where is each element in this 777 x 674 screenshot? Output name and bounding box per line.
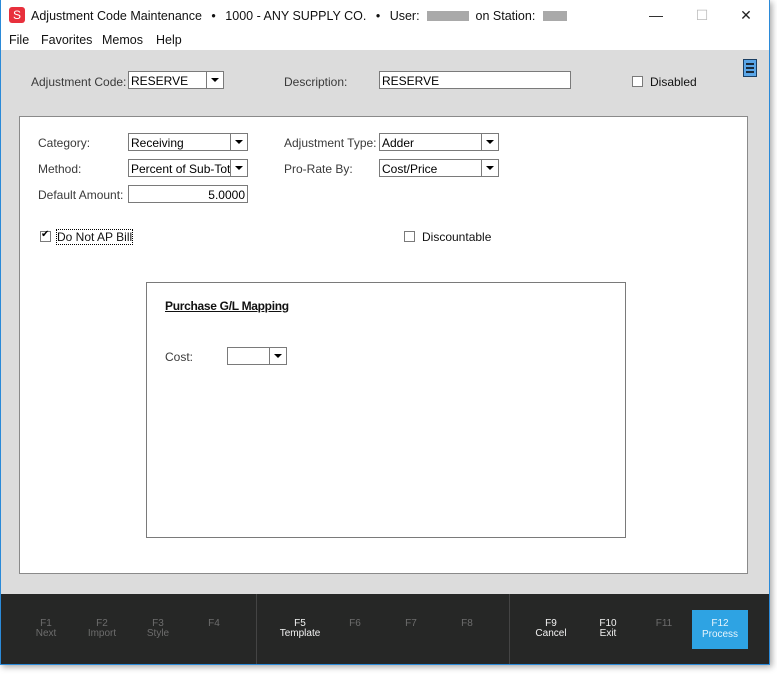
discountable-label: Discountable [422, 230, 492, 244]
chevron-down-icon[interactable] [269, 348, 286, 364]
fkey-code: F11 [655, 618, 673, 629]
redacted-user [427, 10, 470, 21]
disabled-checkbox[interactable] [632, 76, 643, 87]
adjustment-details-panel: Category: Receiving Method: Percent of S… [19, 116, 748, 574]
menu-file[interactable]: File [9, 33, 29, 47]
chevron-down-icon[interactable] [481, 134, 498, 150]
method-value: Percent of Sub-Total [131, 162, 240, 176]
app-window: S Adjustment Code Maintenance • 1000 - A… [0, 0, 770, 665]
category-label: Category: [38, 136, 91, 150]
menu-memos[interactable]: Memos [102, 33, 143, 47]
f7-button[interactable]: F7 [383, 594, 439, 664]
f12-process-button[interactable]: F12 Process [692, 610, 748, 649]
f3-style-button[interactable]: F3 Style [130, 594, 186, 664]
adjustment-code-value: RESERVE [131, 74, 189, 88]
chevron-down-icon[interactable] [230, 160, 247, 176]
title-separator: • [211, 8, 216, 23]
chevron-down-icon[interactable] [206, 72, 223, 88]
app-logo-icon: S [9, 7, 25, 23]
disabled-label: Disabled [650, 75, 697, 89]
adjustment-code-combo[interactable]: RESERVE [128, 71, 224, 89]
method-combo[interactable]: Percent of Sub-Total [128, 159, 248, 177]
fkey-label: Import [87, 628, 117, 639]
default-amount-value: 5.0000 [208, 188, 245, 202]
title-user-label: User: [389, 8, 420, 23]
f9-cancel-button[interactable]: F9 Cancel [523, 594, 579, 664]
fkey-code: F6 [349, 618, 361, 629]
f5-template-button[interactable]: F5 Template [272, 594, 328, 664]
minimize-button[interactable]: — [633, 0, 679, 30]
cost-label: Cost: [165, 350, 194, 364]
fkey-code: F7 [405, 618, 417, 629]
f11-button[interactable]: F11 [636, 594, 692, 664]
title-station-label: on Station: [475, 8, 536, 23]
purchase-gl-mapping-group: Purchase G/L Mapping Cost: [146, 282, 626, 538]
menu-bar: File Favorites Memos Help [1, 30, 769, 50]
description-value: RESERVE [382, 74, 440, 88]
method-label: Method: [38, 162, 82, 176]
prorate-value: Cost/Price [382, 162, 438, 176]
fkey-label: Style [146, 628, 170, 639]
adjustment-code-label: Adjustment Code: [31, 75, 127, 89]
prorate-combo[interactable]: Cost/Price [379, 159, 499, 177]
f1-next-button[interactable]: F1 Next [18, 594, 74, 664]
menu-help[interactable]: Help [156, 33, 182, 47]
gl-mapping-title: Purchase G/L Mapping [165, 299, 289, 313]
menu-favorites[interactable]: Favorites [41, 33, 92, 47]
title-bar: S Adjustment Code Maintenance • 1000 - A… [1, 0, 769, 30]
default-amount-input[interactable]: 5.0000 [128, 185, 248, 203]
fkey-label: Exit [599, 628, 617, 639]
category-value: Receiving [131, 136, 184, 150]
f10-exit-button[interactable]: F10 Exit [580, 594, 636, 664]
window-title: Adjustment Code Maintenance • 1000 - ANY… [31, 8, 567, 23]
fkey-code: F8 [461, 618, 473, 629]
maximize-button[interactable]: ☐ [679, 0, 725, 30]
f4-button[interactable]: F4 [186, 594, 242, 664]
f2-import-button[interactable]: F2 Import [74, 594, 130, 664]
fkey-code: F12 [711, 618, 729, 629]
do-not-ap-bill-checkbox[interactable] [40, 229, 51, 242]
title-company: 1000 - ANY SUPPLY CO. [225, 8, 367, 23]
do-not-ap-bill-label: Do Not AP Bill [55, 229, 134, 245]
fkey-divider [509, 594, 510, 664]
fkey-code: F4 [208, 618, 220, 629]
cost-gl-combo[interactable] [227, 347, 287, 365]
adjustment-type-value: Adder [382, 136, 415, 150]
fkey-label: Cancel [535, 628, 567, 639]
fkey-label: Template [279, 628, 321, 639]
default-amount-label: Default Amount: [38, 188, 124, 202]
chevron-down-icon[interactable] [230, 134, 247, 150]
description-input[interactable]: RESERVE [379, 71, 571, 89]
category-combo[interactable]: Receiving [128, 133, 248, 151]
fkey-label: Process [701, 629, 739, 640]
description-label: Description: [284, 75, 348, 89]
hamburger-list-icon[interactable] [743, 59, 757, 77]
main-area: Adjustment Code: RESERVE Description: RE… [1, 50, 769, 594]
discountable-checkbox[interactable] [404, 231, 415, 242]
f8-button[interactable]: F8 [439, 594, 495, 664]
function-key-bar: F1 Next F2 Import F3 Style F4 F5 Template F6… [1, 594, 769, 664]
fkey-divider [256, 594, 257, 664]
chevron-down-icon[interactable] [481, 160, 498, 176]
fkey-label: Next [35, 628, 57, 639]
f6-button[interactable]: F6 [327, 594, 383, 664]
title-separator: • [375, 8, 381, 23]
title-screen-name: Adjustment Code Maintenance [31, 8, 202, 23]
adjustment-type-combo[interactable]: Adder [379, 133, 499, 151]
adjustment-type-label: Adjustment Type: [284, 136, 377, 150]
prorate-label: Pro-Rate By: [284, 162, 353, 176]
redacted-station [542, 10, 567, 21]
close-button[interactable]: ✕ [723, 0, 769, 30]
